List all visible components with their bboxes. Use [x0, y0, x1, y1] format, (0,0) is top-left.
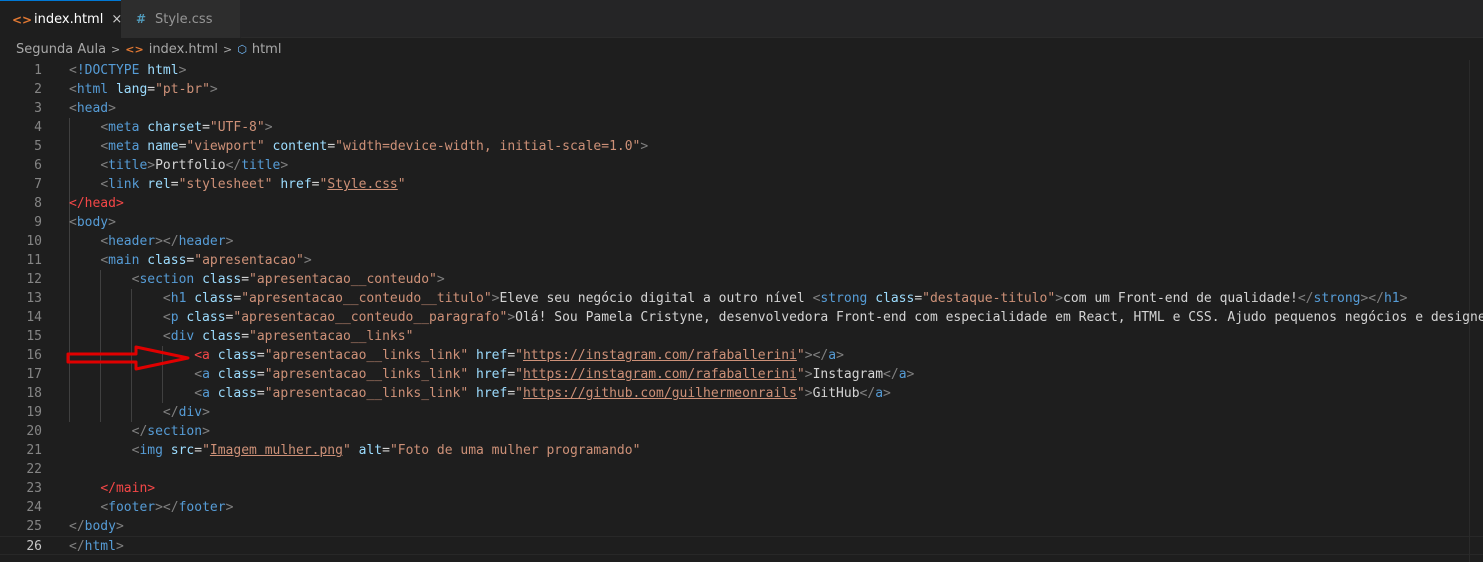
- breadcrumb-folder[interactable]: Segunda Aula: [16, 42, 106, 57]
- code-text: <html lang="pt-br">: [69, 82, 218, 97]
- code-line[interactable]: 22: [0, 460, 1483, 479]
- code-line[interactable]: 1 <!DOCTYPE html>: [0, 61, 1483, 80]
- line-number: 25: [26, 519, 42, 534]
- code-text: </main>: [100, 481, 156, 496]
- code-line[interactable]: 21 <img src="Imagem mulher.png" alt="Fot…: [0, 441, 1483, 460]
- code-line[interactable]: 18 <a class="apresentacao__links_link" h…: [0, 384, 1483, 403]
- code-line[interactable]: 2 <html lang="pt-br">: [0, 80, 1483, 99]
- tab-index-html[interactable]: <> index.html ×: [0, 0, 122, 38]
- code-text: </body>: [69, 519, 124, 534]
- line-number: 9: [34, 215, 42, 230]
- code-line[interactable]: 4 <meta charset="UTF-8">: [0, 118, 1483, 137]
- line-number: 18: [26, 386, 42, 401]
- css-file-icon: #: [135, 12, 147, 26]
- code-text: <a class="apresentacao__links_link" href…: [194, 386, 891, 401]
- code-text: <meta name="viewport" content="width=dev…: [100, 139, 649, 154]
- line-number: 16: [26, 348, 42, 363]
- html-file-icon: <>: [12, 12, 33, 27]
- breadcrumb: Segunda Aula > <> index.html > ⬡ html: [0, 38, 1483, 60]
- line-number: 26: [26, 539, 42, 554]
- breadcrumb-symbol[interactable]: html: [252, 42, 282, 57]
- line-number: 1: [34, 63, 42, 78]
- chevron-right-icon: >: [111, 42, 121, 56]
- code-text: <div class="apresentacao__links": [162, 329, 414, 344]
- html-file-icon: <>: [125, 42, 144, 56]
- code-line[interactable]: 26 </html>: [0, 536, 1483, 555]
- tab-label: Style.css: [155, 11, 213, 27]
- line-number: 20: [26, 424, 42, 439]
- line-number: 24: [26, 500, 42, 515]
- code-line[interactable]: 11 <main class="apresentacao">: [0, 251, 1483, 270]
- breadcrumb-file[interactable]: index.html: [149, 42, 218, 57]
- line-number: 4: [34, 120, 42, 135]
- code-line[interactable]: 24 <footer></footer>: [0, 498, 1483, 517]
- code-text: </div>: [162, 405, 210, 420]
- code-editor[interactable]: 1 <!DOCTYPE html> 2 <html lang="pt-br"> 3 <he…: [0, 60, 1483, 562]
- code-text: <a class="apresentacao__links_link" href…: [194, 367, 915, 382]
- code-text: <img src="Imagem mulher.png" alt="Foto d…: [131, 443, 641, 458]
- code-text: <!DOCTYPE html>: [69, 63, 187, 78]
- code-line[interactable]: 10 <header></header>: [0, 232, 1483, 251]
- code-text: <p class="apresentacao__conteudo__paragr…: [162, 310, 1483, 325]
- symbol-element-icon: ⬡: [237, 42, 247, 56]
- line-number: 7: [34, 177, 42, 192]
- code-text: <footer></footer>: [100, 500, 234, 515]
- code-line[interactable]: 14 <p class="apresentacao__conteudo__par…: [0, 308, 1483, 327]
- code-text: <header></header>: [100, 234, 234, 249]
- line-number: 17: [26, 367, 42, 382]
- code-text: <main class="apresentacao">: [100, 253, 312, 268]
- code-line[interactable]: 3 <head>: [0, 99, 1483, 118]
- code-line[interactable]: 15 <div class="apresentacao__links": [0, 327, 1483, 346]
- line-number: 13: [26, 291, 42, 306]
- code-line[interactable]: 5 <meta name="viewport" content="width=d…: [0, 137, 1483, 156]
- vertical-scrollbar[interactable]: [1469, 60, 1483, 562]
- line-number: 8: [34, 196, 42, 211]
- code-text: </html>: [69, 539, 124, 554]
- code-line[interactable]: 20 </section>: [0, 422, 1483, 441]
- code-text: </section>: [131, 424, 210, 439]
- line-number: 2: [34, 82, 42, 97]
- red-arrow-annotation: [66, 345, 190, 371]
- code-line[interactable]: 12 <section class="apresentacao__conteud…: [0, 270, 1483, 289]
- code-line[interactable]: 13 <h1 class="apresentacao__conteudo__ti…: [0, 289, 1483, 308]
- code-text: <body>: [69, 215, 116, 230]
- line-number: 6: [34, 158, 42, 173]
- code-line[interactable]: 16 <a class="apresentacao__links_link" h…: [0, 346, 1483, 365]
- line-number: 22: [26, 462, 42, 477]
- code-line[interactable]: 7 <link rel="stylesheet" href="Style.css…: [0, 175, 1483, 194]
- code-line[interactable]: 25 </body>: [0, 517, 1483, 536]
- code-text: <meta charset="UTF-8">: [100, 120, 273, 135]
- chevron-right-icon: >: [223, 42, 233, 56]
- line-number: 14: [26, 310, 42, 325]
- tab-style-css[interactable]: # Style.css: [121, 0, 241, 38]
- line-number: 21: [26, 443, 42, 458]
- code-line[interactable]: 6 <title>Portfolio</title>: [0, 156, 1483, 175]
- code-text: <h1 class="apresentacao__conteudo__titul…: [162, 291, 1408, 306]
- line-number: 5: [34, 139, 42, 154]
- line-number: 11: [26, 253, 42, 268]
- line-number: 23: [26, 481, 42, 496]
- tab-label: index.html: [34, 12, 104, 27]
- line-number: 12: [26, 272, 42, 287]
- code-line[interactable]: 23 </main>: [0, 479, 1483, 498]
- line-number: 15: [26, 329, 42, 344]
- tab-bar: <> index.html × # Style.css: [0, 0, 1483, 38]
- code-text: <section class="apresentacao__conteudo">: [131, 272, 445, 287]
- code-text: <link rel="stylesheet" href="Style.css": [100, 177, 406, 192]
- code-line[interactable]: 9 <body>: [0, 213, 1483, 232]
- line-number: 10: [26, 234, 42, 249]
- code-line[interactable]: 19 </div>: [0, 403, 1483, 422]
- code-line[interactable]: 8 </head>: [0, 194, 1483, 213]
- code-text: <head>: [69, 101, 116, 116]
- code-text: <title>Portfolio</title>: [100, 158, 289, 173]
- line-number: 19: [26, 405, 42, 420]
- code-line[interactable]: 17 <a class="apresentacao__links_link" h…: [0, 365, 1483, 384]
- line-number: 3: [34, 101, 42, 116]
- code-text: </head>: [69, 196, 124, 211]
